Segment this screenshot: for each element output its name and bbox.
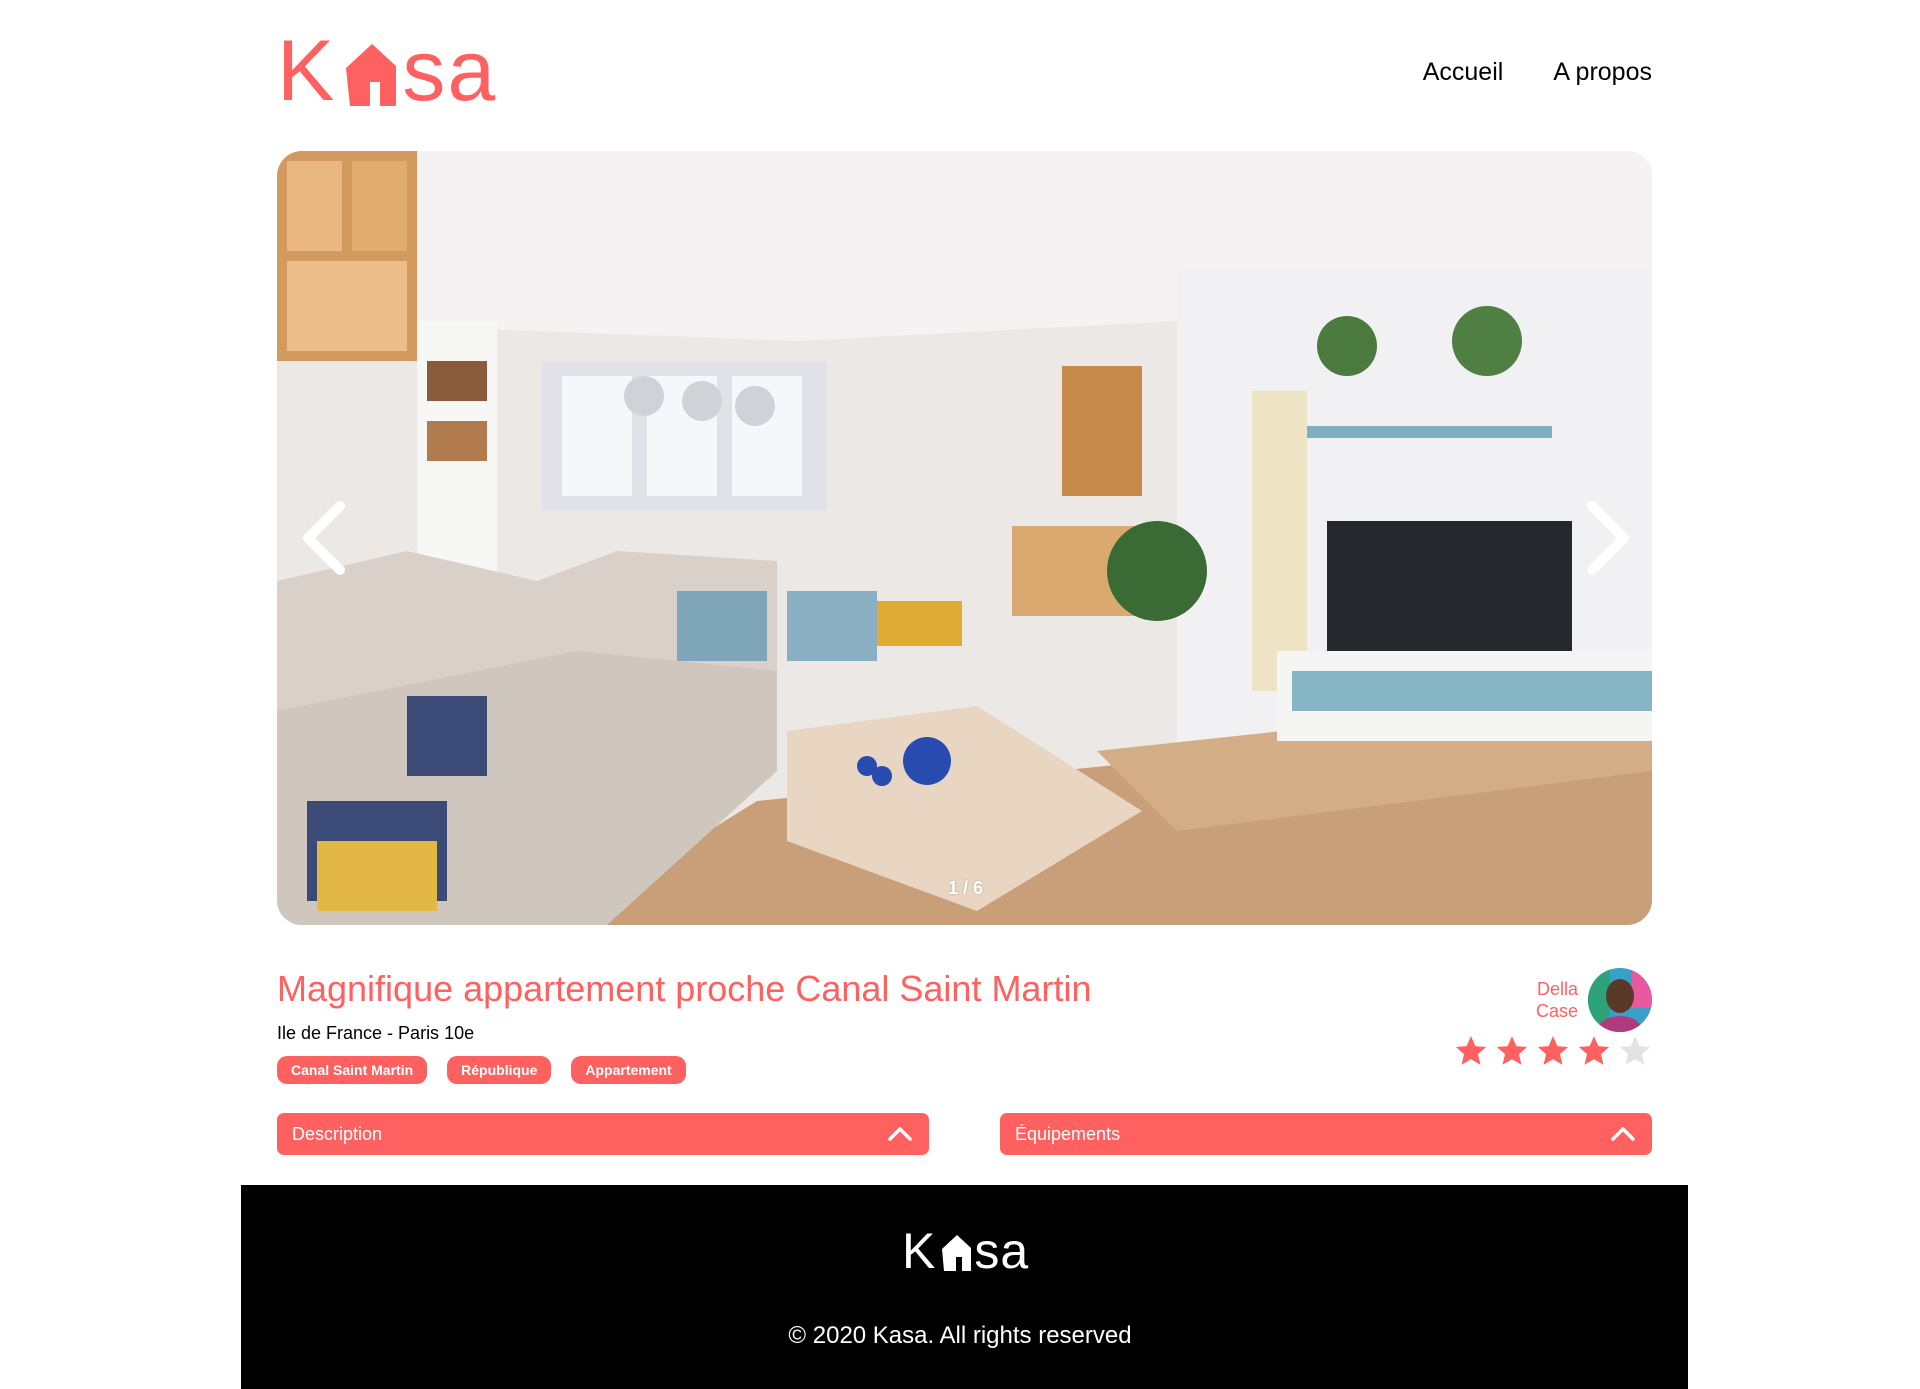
main-nav: Accueil A propos [1423, 58, 1652, 87]
description-collapse-label: Description [292, 1123, 383, 1144]
tag: Appartement [571, 1056, 686, 1084]
chevron-up-icon [1611, 1127, 1635, 1141]
previous-photo-arrow-icon[interactable] [296, 498, 356, 578]
host-name: Della Case [1536, 978, 1578, 1022]
footer-logo-letter-k: K [902, 1223, 937, 1279]
equipments-collapse[interactable]: Équipements [1000, 1113, 1652, 1155]
star-filled-icon [1455, 1036, 1487, 1065]
gallery-photo [277, 151, 1652, 925]
nav-link-about[interactable]: A propos [1553, 58, 1652, 87]
logo-letter-k: K [277, 23, 337, 119]
tag-list: Canal Saint Martin République Appartemen… [277, 1056, 686, 1084]
house-icon [346, 44, 397, 106]
copyright-text: © 2020 Kasa. All rights reserved [788, 1322, 1132, 1349]
tag: République [447, 1056, 552, 1084]
photo-counter: 1 / 6 [948, 878, 984, 898]
listing-location: Ile de France - Paris 10e [277, 1023, 475, 1043]
host-info: Della Case [1536, 968, 1652, 1032]
house-icon [942, 1235, 972, 1271]
footer-kasa-logo: K sa [902, 1226, 1029, 1276]
page: K sa Accueil A propos 1 / 6 Magnifique a… [0, 0, 1920, 1389]
tag: Canal Saint Martin [277, 1056, 428, 1084]
host-first-name: Della [1536, 979, 1578, 999]
host-avatar [1588, 968, 1652, 1032]
footer-logo-letters-sa: sa [974, 1223, 1030, 1279]
description-collapse[interactable]: Description [277, 1113, 929, 1155]
host-last-name: Case [1535, 1001, 1578, 1021]
star-filled-icon [1578, 1036, 1610, 1065]
kasa-logo[interactable]: K sa [277, 28, 497, 114]
footer [241, 1185, 1688, 1389]
photo-gallery [277, 151, 1652, 925]
rating-stars [1454, 1034, 1652, 1068]
star-empty-icon [1619, 1036, 1651, 1065]
logo-letters-sa: sa [402, 23, 498, 119]
equipments-collapse-label: Équipements [1015, 1123, 1121, 1144]
star-filled-icon [1537, 1036, 1569, 1065]
nav-link-home[interactable]: Accueil [1423, 58, 1504, 87]
star-filled-icon [1496, 1036, 1528, 1065]
listing-title: Magnifique appartement proche Canal Sain… [277, 968, 1092, 1009]
chevron-up-icon [888, 1127, 912, 1141]
next-photo-arrow-icon[interactable] [1576, 498, 1636, 578]
